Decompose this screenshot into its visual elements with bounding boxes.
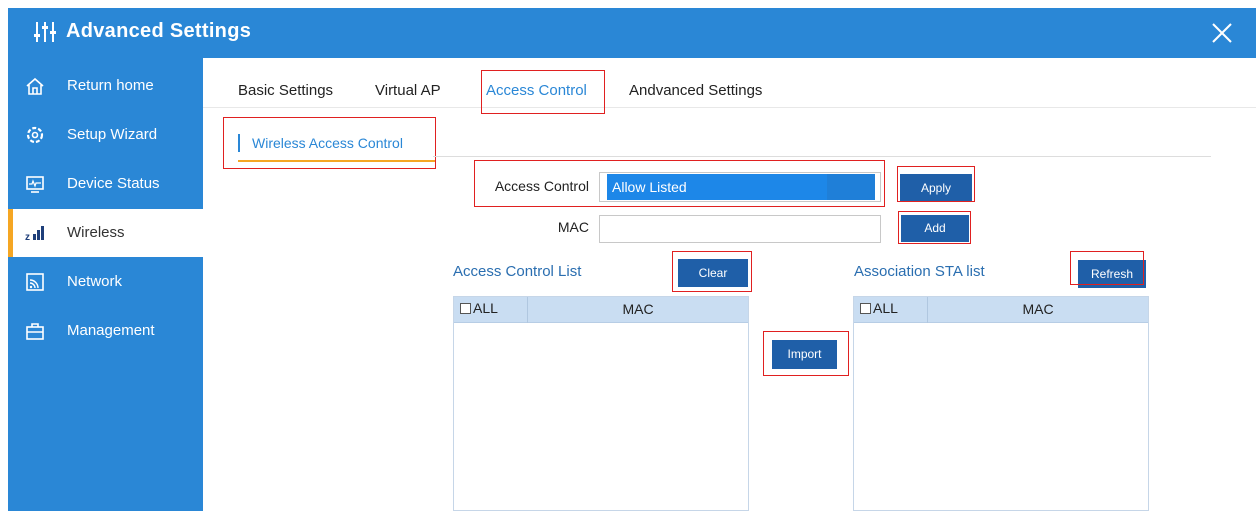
- select-all-label: ALL: [873, 300, 898, 316]
- network-icon: [26, 273, 44, 291]
- sidebar-item-label: Device Status: [67, 175, 160, 192]
- signal-bars-icon: z: [25, 226, 44, 243]
- sidebar-item-return-home[interactable]: Return home: [8, 62, 203, 110]
- tab-basic-settings[interactable]: Basic Settings: [238, 82, 333, 99]
- access-control-select[interactable]: Allow Listed: [599, 172, 881, 202]
- close-icon[interactable]: [1210, 21, 1234, 45]
- sidebar-item-management[interactable]: Management: [8, 307, 203, 355]
- association-sta-list: ALL MAC: [853, 296, 1149, 511]
- briefcase-icon: [26, 323, 44, 340]
- monitor-icon: [26, 176, 44, 193]
- clear-button[interactable]: Clear: [678, 259, 748, 287]
- subtab-label: Wireless Access Control: [252, 135, 403, 151]
- list-header: ALL MAC: [454, 297, 748, 323]
- sidebar-item-wireless[interactable]: z Wireless: [8, 209, 203, 257]
- add-button[interactable]: Add: [901, 215, 969, 242]
- checkbox-icon: [460, 303, 471, 314]
- mac-input[interactable]: [599, 215, 881, 243]
- mac-label: MAC: [557, 219, 589, 235]
- sidebar-item-label: Management: [67, 322, 155, 339]
- access-control-selected: Allow Listed: [607, 174, 875, 200]
- refresh-button[interactable]: Refresh: [1078, 260, 1146, 288]
- divider: [433, 156, 1211, 157]
- association-sta-list-title: Association STA list: [854, 263, 985, 280]
- select-all-label: ALL: [473, 300, 498, 316]
- list-header: ALL MAC: [854, 297, 1148, 323]
- tab-virtual-ap[interactable]: Virtual AP: [375, 82, 441, 99]
- mac-column-header: MAC: [622, 301, 654, 317]
- sidebar-item-device-status[interactable]: Device Status: [8, 160, 203, 208]
- access-control-list-title: Access Control List: [453, 263, 582, 280]
- apply-button[interactable]: Apply: [900, 174, 972, 202]
- svg-text:z: z: [25, 232, 30, 243]
- main-content: Basic Settings Virtual AP Access Control…: [203, 58, 1256, 511]
- window-title: Advanced Settings: [66, 20, 252, 42]
- sidebar-item-label: Setup Wizard: [67, 126, 158, 143]
- wizard-gear-icon: [26, 126, 44, 144]
- tab-access-control[interactable]: Access Control: [486, 82, 587, 99]
- sidebar-item-label: Return home: [67, 77, 154, 94]
- home-icon: [26, 77, 44, 95]
- tab-advanced-settings[interactable]: Andvanced Settings: [629, 82, 762, 99]
- sidebar: Return home Setup Wizard Device Status z: [8, 58, 203, 511]
- app-window: Advanced Settings Return home Setup Wiza…: [0, 0, 1256, 511]
- sidebar-item-setup-wizard[interactable]: Setup Wizard: [8, 111, 203, 159]
- mac-column-header: MAC: [1022, 301, 1054, 317]
- select-all-checkbox[interactable]: ALL: [860, 300, 898, 316]
- settings-sliders-icon: [34, 22, 56, 42]
- access-control-label: Access Control: [494, 178, 589, 194]
- sidebar-item-label: Wireless: [67, 224, 125, 241]
- select-all-checkbox[interactable]: ALL: [460, 300, 498, 316]
- import-button[interactable]: Import: [772, 340, 837, 369]
- title-bar: Advanced Settings: [8, 8, 1256, 58]
- checkbox-icon: [860, 303, 871, 314]
- sidebar-item-label: Network: [67, 273, 123, 290]
- access-control-list: ALL MAC: [453, 296, 749, 511]
- tab-bar: Basic Settings Virtual AP Access Control…: [203, 58, 1256, 108]
- sidebar-item-network[interactable]: Network: [8, 258, 203, 306]
